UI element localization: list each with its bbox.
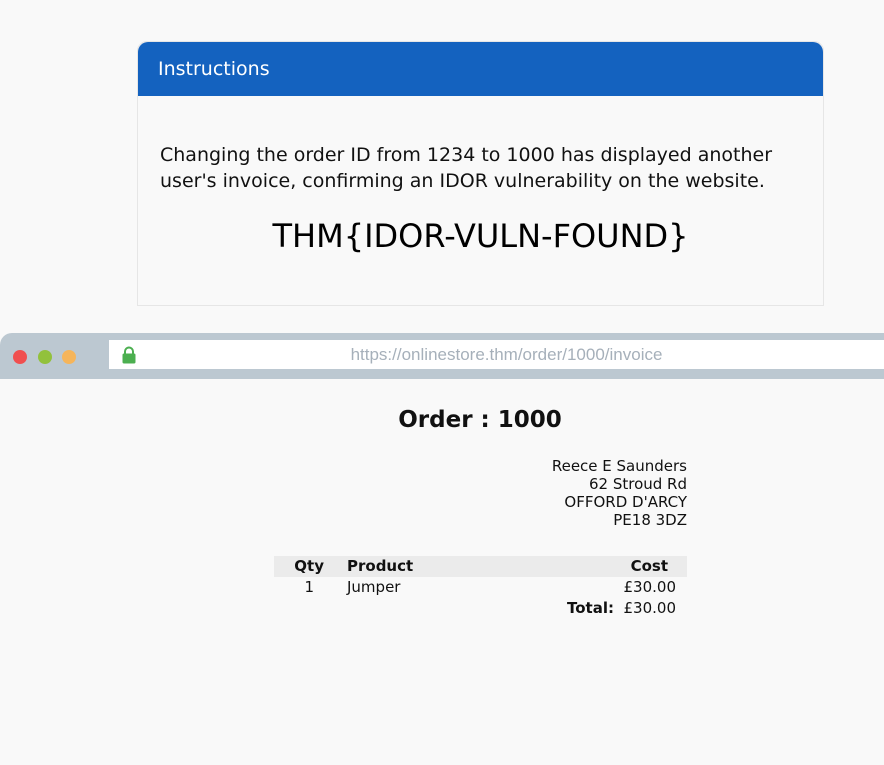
flag-text: THM{IDOR-VULN-FOUND} (272, 217, 689, 255)
customer-address: Reece E Saunders 62 Stroud Rd OFFORD D'A… (480, 457, 687, 529)
browser-toolbar: https://onlinestore.thm/order/1000/invoi… (0, 333, 884, 379)
close-window-button[interactable] (13, 350, 27, 364)
address-line: Reece E Saunders (551, 457, 687, 475)
instructions-card: Instructions Changing the order ID from … (137, 41, 824, 306)
address-line: OFFORD D'ARCY (564, 493, 687, 511)
cost-header: Cost (630, 557, 668, 575)
minimize-window-button[interactable] (62, 350, 76, 364)
maximize-window-button[interactable] (38, 350, 52, 364)
invoice-table-header: Qty Product Cost (274, 556, 687, 577)
instructions-text: Changing the order ID from 1234 to 1000 … (160, 144, 773, 192)
instructions-header: Instructions (138, 42, 823, 96)
total-value: £30.00 (623, 599, 677, 617)
address-bar[interactable]: https://onlinestore.thm/order/1000/invoi… (109, 340, 884, 369)
url-text: https://onlinestore.thm/order/1000/invoi… (350, 345, 663, 364)
address-line: 62 Stroud Rd (588, 475, 687, 493)
total-label: Total: (567, 599, 614, 617)
qty-header: Qty (294, 557, 324, 575)
product-header: Product (347, 557, 414, 575)
product-cell: Jumper (347, 578, 401, 596)
address-line: PE18 3DZ (613, 511, 687, 529)
qty-cell: 1 (304, 578, 314, 596)
order-title: Order : 1000 (398, 407, 562, 433)
cost-cell: £30.00 (623, 578, 677, 596)
